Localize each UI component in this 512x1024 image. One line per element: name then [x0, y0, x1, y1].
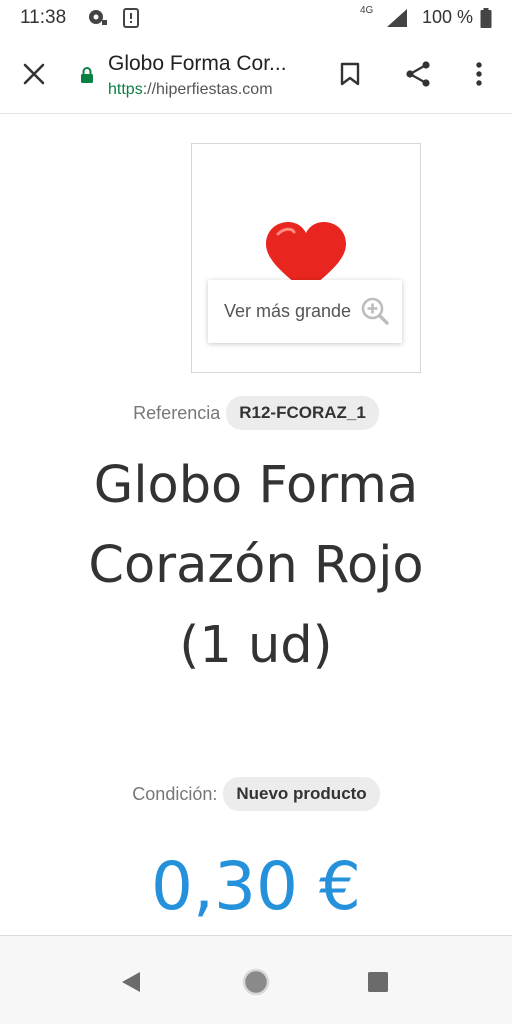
navigation-bar — [0, 935, 512, 1024]
more-vert-icon — [476, 62, 482, 86]
signal-icon — [386, 8, 408, 33]
battery-icon — [480, 8, 492, 33]
recents-button[interactable] — [360, 964, 396, 1000]
back-icon — [122, 972, 140, 992]
url-domain: ://hiperfiestas.com — [142, 81, 273, 98]
page-title[interactable]: Globo Forma Cor... — [108, 52, 298, 76]
share-button[interactable] — [398, 54, 438, 94]
reference-row: Referencia R12-FCORAZ_1 — [0, 396, 512, 430]
reference-label: Referencia — [133, 402, 221, 423]
zoom-button[interactable]: Ver más grande — [208, 280, 402, 343]
bookmark-icon — [340, 62, 360, 86]
close-button[interactable] — [14, 54, 54, 94]
zoom-label: Ver más grande — [224, 301, 352, 321]
status-time: 11:38 — [20, 7, 67, 28]
recents-icon — [368, 972, 388, 992]
home-icon — [242, 968, 270, 996]
page-url[interactable]: https://hiperfiestas.com — [108, 81, 273, 99]
condition-label: Condición: — [132, 783, 218, 804]
close-icon — [23, 63, 45, 85]
zoom-in-icon — [361, 297, 389, 325]
lock-icon — [80, 66, 94, 89]
condition-row: Condición: Nuevo producto — [0, 777, 512, 811]
reference-badge: R12-FCORAZ_1 — [226, 396, 379, 430]
home-button[interactable] — [238, 964, 274, 1000]
battery-percent: 100 % — [422, 7, 474, 27]
record-icon — [87, 8, 109, 31]
browser-toolbar: Globo Forma Cor... https://hiperfiestas.… — [0, 34, 512, 114]
status-bar: 11:38 4G 100 % — [0, 0, 512, 34]
bookmark-button[interactable] — [330, 54, 370, 94]
network-type: 4G — [360, 5, 374, 16]
alert-icon — [123, 8, 139, 33]
product-price: 0,30 € — [151, 848, 361, 925]
condition-badge: Nuevo producto — [223, 777, 380, 811]
more-button[interactable] — [459, 54, 499, 94]
url-scheme: https — [108, 81, 143, 98]
share-icon — [406, 61, 430, 87]
back-button[interactable] — [113, 964, 149, 1000]
product-title: Globo Forma Corazón Rojo (1 ud) — [88, 456, 424, 675]
